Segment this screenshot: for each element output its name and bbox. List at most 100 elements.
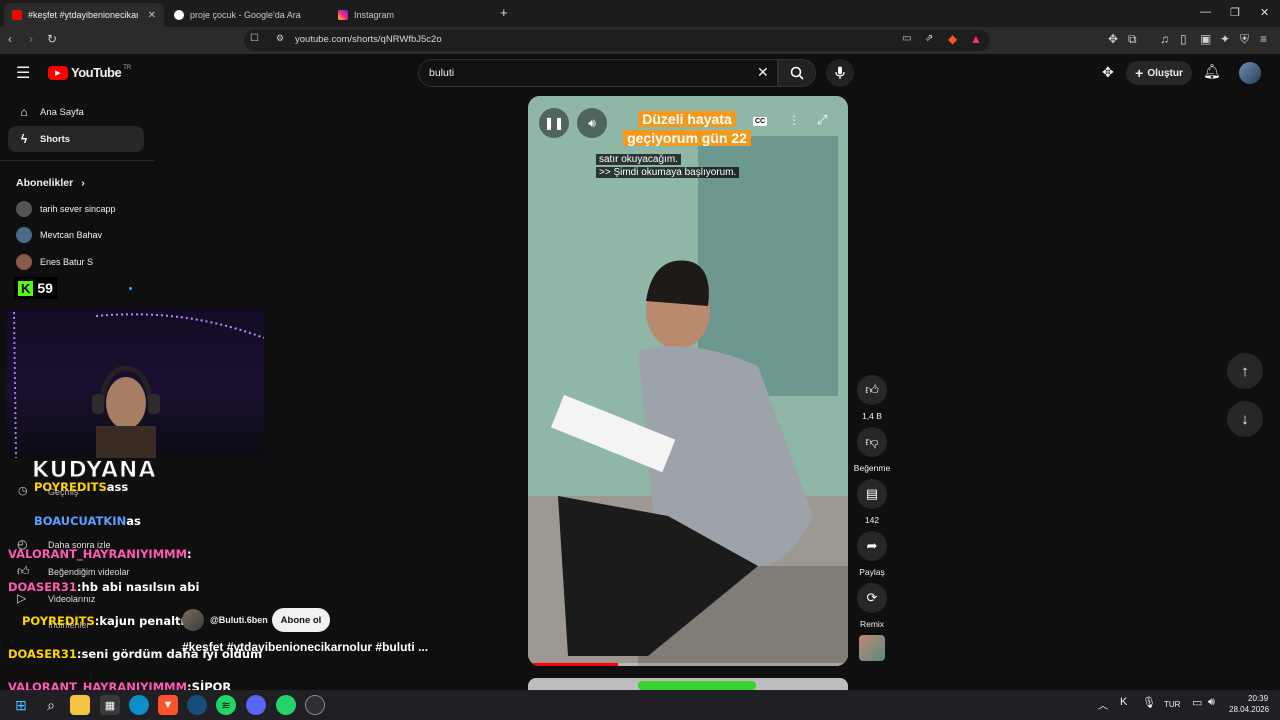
- sidebar-item-your-videos[interactable]: Videolarınız: [48, 594, 95, 604]
- kick-viewer-badge: K 59: [14, 277, 57, 299]
- network-icon[interactable]: ▭: [1192, 696, 1202, 709]
- remix-icon[interactable]: ⟳: [857, 583, 887, 613]
- brave-rewards-icon[interactable]: ▲: [970, 32, 982, 46]
- subscription-item[interactable]: tarih sever sincapp: [8, 196, 144, 222]
- like-action[interactable]: 👍︎ 1,4 B: [856, 375, 888, 421]
- comment-icon[interactable]: ▤: [857, 479, 887, 509]
- create-button[interactable]: + Oluştur: [1126, 61, 1192, 85]
- cast-icon[interactable]: ▭: [902, 33, 911, 44]
- microphone-tray-icon[interactable]: 🎙︎: [1142, 696, 1156, 709]
- extensions-icon[interactable]: ✥: [1108, 32, 1118, 46]
- file-explorer-icon[interactable]: [70, 695, 90, 715]
- vpn-icon[interactable]: ⛨: [1240, 32, 1249, 47]
- kick-extension-icon[interactable]: ✥: [1102, 64, 1114, 81]
- video-progress-fill: [528, 663, 618, 666]
- captions-button[interactable]: CC: [753, 117, 768, 126]
- remix-label: Remix: [859, 619, 885, 629]
- dislike-icon[interactable]: 👎︎: [857, 427, 887, 457]
- kick-tray-icon[interactable]: K: [1120, 696, 1127, 708]
- liked-videos-icon: 👍︎: [17, 564, 30, 578]
- channel-avatar[interactable]: [182, 609, 204, 631]
- media-icon[interactable]: ♫: [1160, 32, 1169, 46]
- share-page-icon[interactable]: ⇗: [925, 33, 933, 44]
- subscription-item[interactable]: Enes Batur S: [8, 249, 144, 275]
- sidebar-toggle-icon[interactable]: ▯: [1180, 32, 1187, 46]
- new-tab-button[interactable]: +: [500, 5, 508, 20]
- like-icon[interactable]: 👍︎: [857, 375, 887, 405]
- clock-time[interactable]: 20:39: [1248, 694, 1268, 703]
- language-indicator[interactable]: TUR: [1164, 700, 1180, 709]
- sidebar-item-liked-videos[interactable]: Beğendiğim videolar: [48, 567, 130, 577]
- search-button[interactable]: [778, 59, 816, 87]
- tab-youtube[interactable]: #keşfet #ytdayibenionecikarn ✕: [4, 3, 164, 27]
- spotify-icon[interactable]: ≋: [216, 695, 236, 715]
- subscription-item[interactable]: Mevtcan Bahav: [8, 222, 144, 248]
- back-icon[interactable]: ‹: [8, 32, 12, 46]
- short-video-player[interactable]: [528, 96, 848, 666]
- youtube-logo[interactable]: ▶ YouTube TR: [48, 65, 131, 80]
- dislike-action[interactable]: 👎︎ Beğenme: [854, 427, 890, 473]
- channel-name[interactable]: @Buluti.6ben: [210, 615, 268, 625]
- voice-search-button[interactable]: [826, 59, 854, 87]
- edge-browser-icon[interactable]: [129, 695, 149, 715]
- volume-button[interactable]: 🔊︎: [577, 108, 607, 138]
- brave-browser-icon[interactable]: ▼: [158, 695, 178, 715]
- comment-action[interactable]: ▤ 142: [856, 479, 888, 525]
- hamburger-menu-icon[interactable]: ☰: [16, 63, 30, 83]
- youtube-logo-text: YouTube: [71, 65, 122, 80]
- comment-count: 142: [864, 515, 880, 525]
- more-options-icon[interactable]: ⋮: [788, 113, 800, 127]
- forward-icon[interactable]: ›: [29, 32, 33, 46]
- microsoft-store-icon[interactable]: ▦: [100, 695, 120, 715]
- close-tab-icon[interactable]: ✕: [148, 10, 156, 21]
- start-menu-icon[interactable]: ⊞: [11, 695, 31, 715]
- whatsapp-icon[interactable]: [276, 695, 296, 715]
- close-window-icon[interactable]: ✕: [1260, 6, 1269, 19]
- plus-icon: +: [1135, 65, 1144, 81]
- discord-icon[interactable]: [246, 695, 266, 715]
- subscribe-button[interactable]: Abone ol: [272, 608, 330, 632]
- site-settings-icon[interactable]: ⚙: [276, 33, 284, 44]
- remix-action[interactable]: ⟳ Remix: [856, 583, 888, 629]
- next-short-button[interactable]: ↓: [1227, 401, 1263, 437]
- reload-icon[interactable]: ↻: [47, 32, 57, 46]
- notifications-bell-icon[interactable]: 🔔︎: [1203, 63, 1221, 80]
- share-action[interactable]: ➦ Paylaş: [856, 531, 888, 577]
- chat-message: BOAUCUATKINas: [34, 514, 141, 528]
- bookmark-icon[interactable]: ☐: [250, 33, 259, 44]
- chat-text: hb abi nasılsın abi: [81, 580, 200, 594]
- steam-icon[interactable]: [187, 695, 207, 715]
- restore-icon[interactable]: ❐: [1230, 6, 1240, 19]
- previous-short-button[interactable]: ↑: [1227, 353, 1263, 389]
- next-short-preview[interactable]: [528, 678, 848, 690]
- clock-date[interactable]: 28.04.2026: [1229, 705, 1269, 714]
- video-progress-bar[interactable]: [528, 663, 848, 666]
- subscriptions-header[interactable]: Abonelikler ›: [16, 177, 85, 189]
- obs-icon[interactable]: [305, 695, 325, 715]
- account-avatar[interactable]: [1239, 62, 1261, 84]
- screenshot-icon[interactable]: ⧉: [1128, 32, 1137, 47]
- chat-text: ass: [106, 480, 129, 494]
- volume-tray-icon[interactable]: 🔊︎: [1208, 696, 1215, 709]
- search-value: buluti: [429, 67, 455, 79]
- leo-ai-icon[interactable]: ✦: [1220, 32, 1230, 46]
- tray-chevron-icon[interactable]: ︿: [1098, 697, 1108, 712]
- sidebar-item-home[interactable]: ⌂ Ana Sayfa: [8, 99, 144, 125]
- share-icon[interactable]: ➦: [857, 531, 887, 561]
- fullscreen-icon[interactable]: ⤢: [817, 112, 827, 128]
- video-frame: [528, 96, 848, 666]
- tab-instagram[interactable]: Instagram: [330, 3, 494, 27]
- sound-thumbnail[interactable]: [859, 635, 885, 661]
- clear-search-icon[interactable]: ✕: [757, 64, 769, 81]
- pause-button[interactable]: ❚❚: [539, 108, 569, 138]
- tab-google[interactable]: proje çocuk - Google'da Ara: [166, 3, 326, 27]
- sidebar-item-label: Shorts: [40, 133, 71, 145]
- brave-shield-icon[interactable]: ◆: [948, 32, 957, 46]
- video-description[interactable]: #keşfet #ytdayibenionecikarnolur #buluti…: [182, 640, 428, 654]
- wallet-icon[interactable]: ▣: [1200, 32, 1211, 46]
- search-taskbar-icon[interactable]: ⌕: [41, 695, 61, 715]
- sidebar-item-shorts[interactable]: ϟ Shorts: [8, 126, 144, 152]
- menu-icon[interactable]: ≡: [1260, 32, 1267, 46]
- search-input[interactable]: buluti ✕: [418, 59, 778, 87]
- minimize-icon[interactable]: —: [1200, 6, 1211, 18]
